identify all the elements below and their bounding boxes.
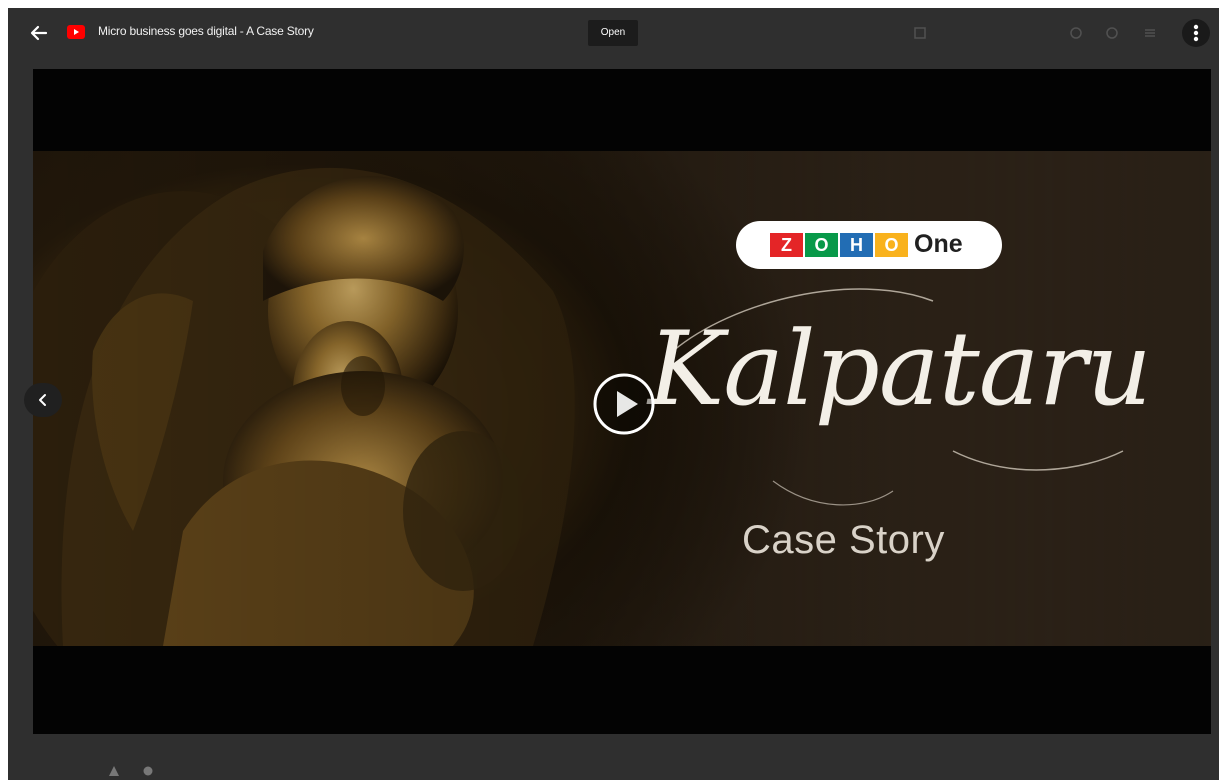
more-options-button[interactable] xyxy=(1182,19,1210,47)
play-icon xyxy=(593,373,655,435)
zoho-letter-z: Z xyxy=(770,233,803,257)
media-viewer: Micro business goes digital - A Case Sto… xyxy=(8,8,1219,780)
toolbar-action-icon[interactable] xyxy=(913,26,927,40)
video-player[interactable]: Z O H O One Kalpataru Case Story xyxy=(33,69,1211,734)
zoho-one-logo: Z O H O One xyxy=(736,221,1002,269)
more-vertical-icon xyxy=(1193,24,1199,42)
previous-icon xyxy=(39,394,46,406)
zoho-letter-o2: O xyxy=(875,233,908,257)
toolbar-action-icon[interactable] xyxy=(1143,26,1157,40)
back-arrow-icon xyxy=(30,25,48,41)
video-title: Micro business goes digital - A Case Sto… xyxy=(98,24,314,38)
previous-button[interactable] xyxy=(24,383,62,417)
zoho-letter-h: H xyxy=(840,233,873,257)
open-button[interactable]: Open xyxy=(588,20,638,46)
bottom-action-icon[interactable] xyxy=(142,765,154,777)
zoho-wordmark: Z O H O xyxy=(770,233,908,257)
back-button[interactable] xyxy=(28,22,50,44)
zoho-one-label: One xyxy=(914,230,963,258)
bottom-action-icon[interactable] xyxy=(108,765,120,777)
viewer-toolbar: Micro business goes digital - A Case Sto… xyxy=(8,8,1219,58)
headline-kalpataru: Kalpataru xyxy=(648,310,1152,429)
toolbar-action-icon[interactable] xyxy=(1069,26,1083,40)
toolbar-action-icon[interactable] xyxy=(1105,26,1119,40)
subheadline-case-story: Case Story xyxy=(742,518,945,562)
youtube-icon xyxy=(67,25,85,39)
play-button[interactable] xyxy=(592,372,656,436)
zoho-letter-o: O xyxy=(805,233,838,257)
